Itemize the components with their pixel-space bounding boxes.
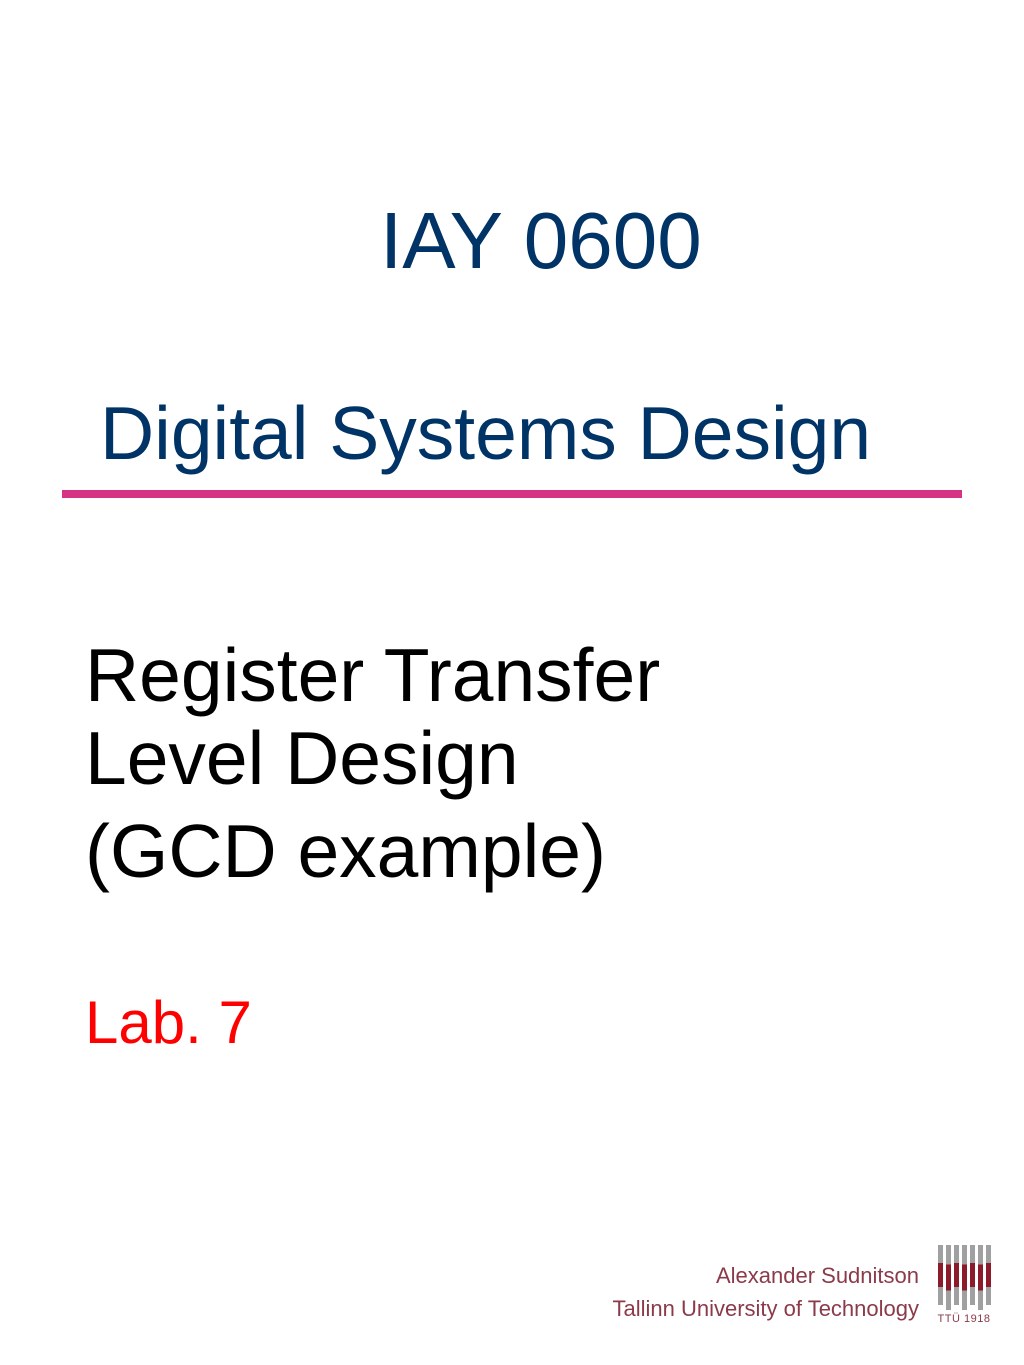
university-logo-icon: TTÜ 1918 <box>934 1245 994 1325</box>
course-code: IAY 0600 <box>380 195 702 287</box>
author-name: Alexander Sudnitson <box>612 1259 919 1292</box>
topic-line-3: (GCD example) <box>85 808 606 894</box>
logo-bars <box>934 1245 994 1310</box>
lab-label: Lab. 7 <box>85 988 252 1057</box>
topic-line-1: Register Transfer <box>85 636 660 715</box>
footer: Alexander Sudnitson Tallinn University o… <box>612 1245 994 1325</box>
divider-line <box>62 490 962 498</box>
logo-year: TTÜ 1918 <box>934 1313 994 1325</box>
topic-line-2: Level Design <box>85 715 519 801</box>
footer-text: Alexander Sudnitson Tallinn University o… <box>612 1259 919 1325</box>
course-title: Digital Systems Design <box>100 390 871 476</box>
university-name: Tallinn University of Technology <box>612 1292 919 1325</box>
